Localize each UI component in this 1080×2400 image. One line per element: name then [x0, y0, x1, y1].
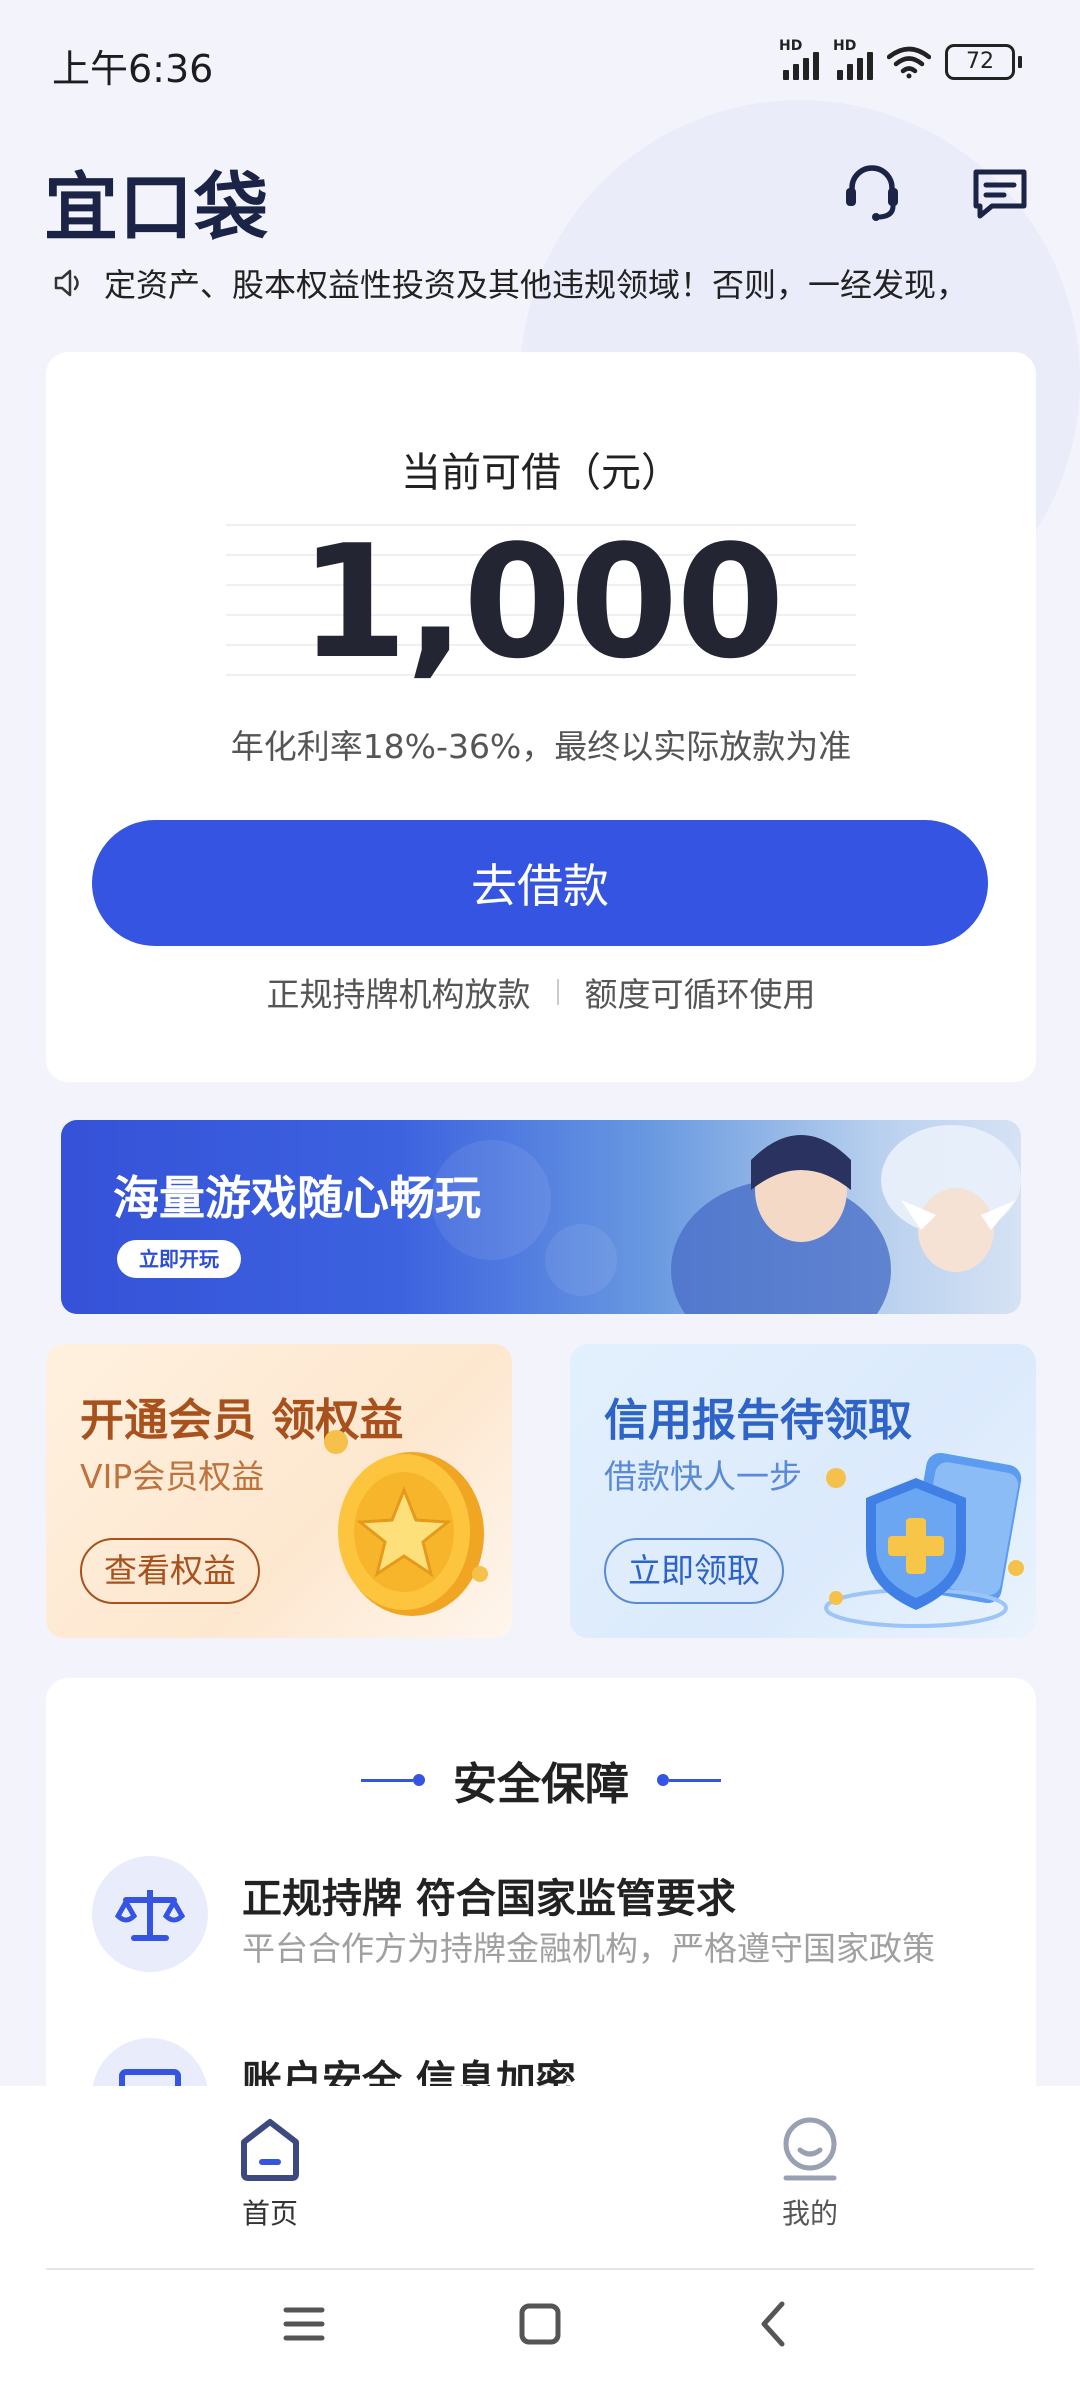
feature-licensed: 正规持牌机构放款: [266, 975, 531, 1014]
customer-service-icon[interactable]: [840, 160, 904, 224]
app-logo: 宜口袋: [44, 165, 269, 251]
tab-home-label: 首页: [241, 2197, 298, 2230]
notice-text: 定资产、股本权益性投资及其他违规领域！否则，一经发现，: [104, 266, 969, 304]
app-header: 宜口袋: [0, 140, 1080, 251]
tab-home[interactable]: 首页: [170, 2116, 370, 2246]
game-banner[interactable]: 海量游戏随心畅玩 立即开玩: [61, 1120, 1021, 1314]
credit-amount: 1,000: [299, 511, 784, 693]
feature-revolving: 额度可循环使用: [584, 975, 816, 1014]
borrow-button[interactable]: 去借款: [92, 820, 988, 946]
message-icon[interactable]: [968, 160, 1032, 224]
security-title: 安全保障: [453, 1759, 629, 1810]
play-now-button[interactable]: 立即开玩: [117, 1240, 241, 1278]
status-time: 上午6:36: [52, 47, 214, 91]
available-credit-title: 当前可借（元）: [401, 450, 681, 496]
hd-label-2: HD: [833, 38, 857, 54]
loan-features: 正规持牌机构放款 额度可循环使用: [46, 968, 1036, 1016]
tab-mine[interactable]: 我的: [710, 2116, 910, 2246]
battery-level: 72: [945, 44, 1015, 80]
notice-bar[interactable]: 定资产、股本权益性投资及其他违规领域！否则，一经发现，: [52, 258, 1032, 308]
signal-1-icon: HD: [779, 38, 819, 80]
interest-rate-text: 年化利率18%-36%，最终以实际放款为准: [230, 727, 852, 766]
system-nav-bar: [0, 2250, 1080, 2400]
credit-report-promo-card[interactable]: 信用报告待领取 借款快人一步 立即领取: [570, 1344, 1036, 1638]
view-benefits-button[interactable]: 查看权益: [80, 1538, 260, 1604]
shield-plus-icon: [824, 1452, 1024, 1628]
wifi-icon: [887, 46, 931, 79]
amount-area: 1,000: [226, 522, 856, 682]
speaker-icon: [54, 269, 79, 297]
vip-promo-subtitle: VIP会员权益: [80, 1457, 265, 1496]
vip-promo-card[interactable]: 开通会员 领权益 VIP会员权益 查看权益: [46, 1344, 512, 1638]
hd-label: HD: [779, 38, 803, 54]
home-icon: [241, 2119, 299, 2181]
security-item-licensed: 正规持牌 符合国家监管要求 平台合作方为持牌金融机构，严格遵守国家政策: [92, 1856, 992, 1976]
loan-card: 当前可借（元） 1,000 年化利率18%-36%，最终以实际放款为准 去借款 …: [46, 352, 1036, 1082]
back-icon[interactable]: [744, 2294, 804, 2354]
title-decoration-left: [361, 1774, 425, 1786]
security-item-desc: 平台合作方为持牌金融机构，严格遵守国家政策: [242, 1929, 935, 1968]
game-banner-title: 海量游戏随心畅玩: [113, 1171, 481, 1225]
battery-icon: 72: [945, 44, 1022, 80]
menu-icon[interactable]: [274, 2294, 334, 2354]
tab-mine-label: 我的: [781, 2197, 838, 2230]
claim-report-button[interactable]: 立即领取: [604, 1538, 784, 1604]
feature-divider: [556, 979, 559, 1005]
credit-promo-subtitle: 借款快人一步: [604, 1457, 802, 1496]
security-item-title: 正规持牌 符合国家监管要求: [242, 1876, 736, 1922]
gold-coin-star-icon: [324, 1430, 488, 1616]
status-icons: HD HD 72: [779, 38, 1022, 82]
profile-icon: [783, 2117, 837, 2181]
scale-icon: [92, 1856, 208, 1972]
credit-promo-title: 信用报告待领取: [604, 1395, 912, 1446]
signal-2-icon: HD: [833, 38, 873, 80]
home-square-icon[interactable]: [510, 2294, 570, 2354]
status-bar: 上午6:36 HD HD 72: [0, 0, 1080, 120]
title-decoration-right: [657, 1774, 721, 1786]
security-header: 安全保障: [46, 1748, 1036, 1812]
